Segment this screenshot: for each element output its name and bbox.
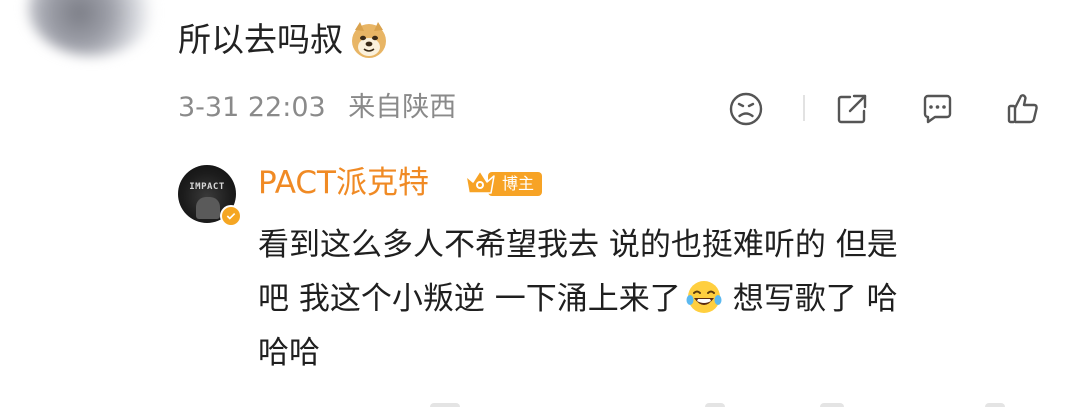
comment-meta: 3-31 22:03 来自陕西 [178, 88, 456, 128]
reply-line-1: 看到这么多人不希望我去 说的也挺难听的 但是 [258, 227, 898, 263]
author-badge-label: 博主 [501, 174, 534, 193]
comment-body: 所以去吗叔 [178, 16, 389, 64]
verified-badge-icon [220, 205, 242, 227]
commenter-avatar[interactable] [28, 0, 156, 56]
dislike-icon[interactable] [726, 89, 766, 129]
scroll-remnant [705, 403, 725, 407]
reply-author-name[interactable]: PACT派克特 [258, 160, 429, 206]
like-icon[interactable] [1003, 89, 1043, 129]
scroll-remnant [985, 403, 1005, 407]
author-badge: 博主 [462, 166, 544, 200]
comment-text: 所以去吗叔 [178, 20, 343, 59]
action-divider [803, 95, 805, 121]
scroll-remnant [430, 403, 460, 407]
comment-location: 来自陕西 [348, 92, 457, 123]
comment-timestamp: 3-31 22:03 [178, 92, 326, 123]
reply-line-3: 哈哈 [258, 335, 320, 371]
reply-line-2-end: 想写歌了 哈 [732, 281, 898, 317]
reply-line-2-start: 吧 我这个小叛逆 一下涌上来了 [258, 281, 681, 317]
comment-thread: 所以去吗叔 3-31 22:03 来自陕西 IMPACT PACT派克特 博主 … [0, 0, 1080, 407]
avatar-logo-text: IMPACT [189, 182, 225, 192]
avatar-figure [196, 197, 220, 219]
share-icon[interactable] [832, 89, 872, 129]
reply-line-2: 吧 我这个小叛逆 一下涌上来了 想写歌了 哈 [258, 272, 1038, 326]
reply-body: 看到这么多人不希望我去 说的也挺难听的 但是 吧 我这个小叛逆 一下涌上来了 想… [258, 218, 1038, 380]
comment-icon[interactable] [917, 89, 957, 129]
doge-emoji-icon [352, 22, 386, 58]
laugh-tears-emoji-icon [686, 281, 722, 313]
crown-icon [465, 170, 495, 194]
scroll-remnant [820, 403, 844, 407]
